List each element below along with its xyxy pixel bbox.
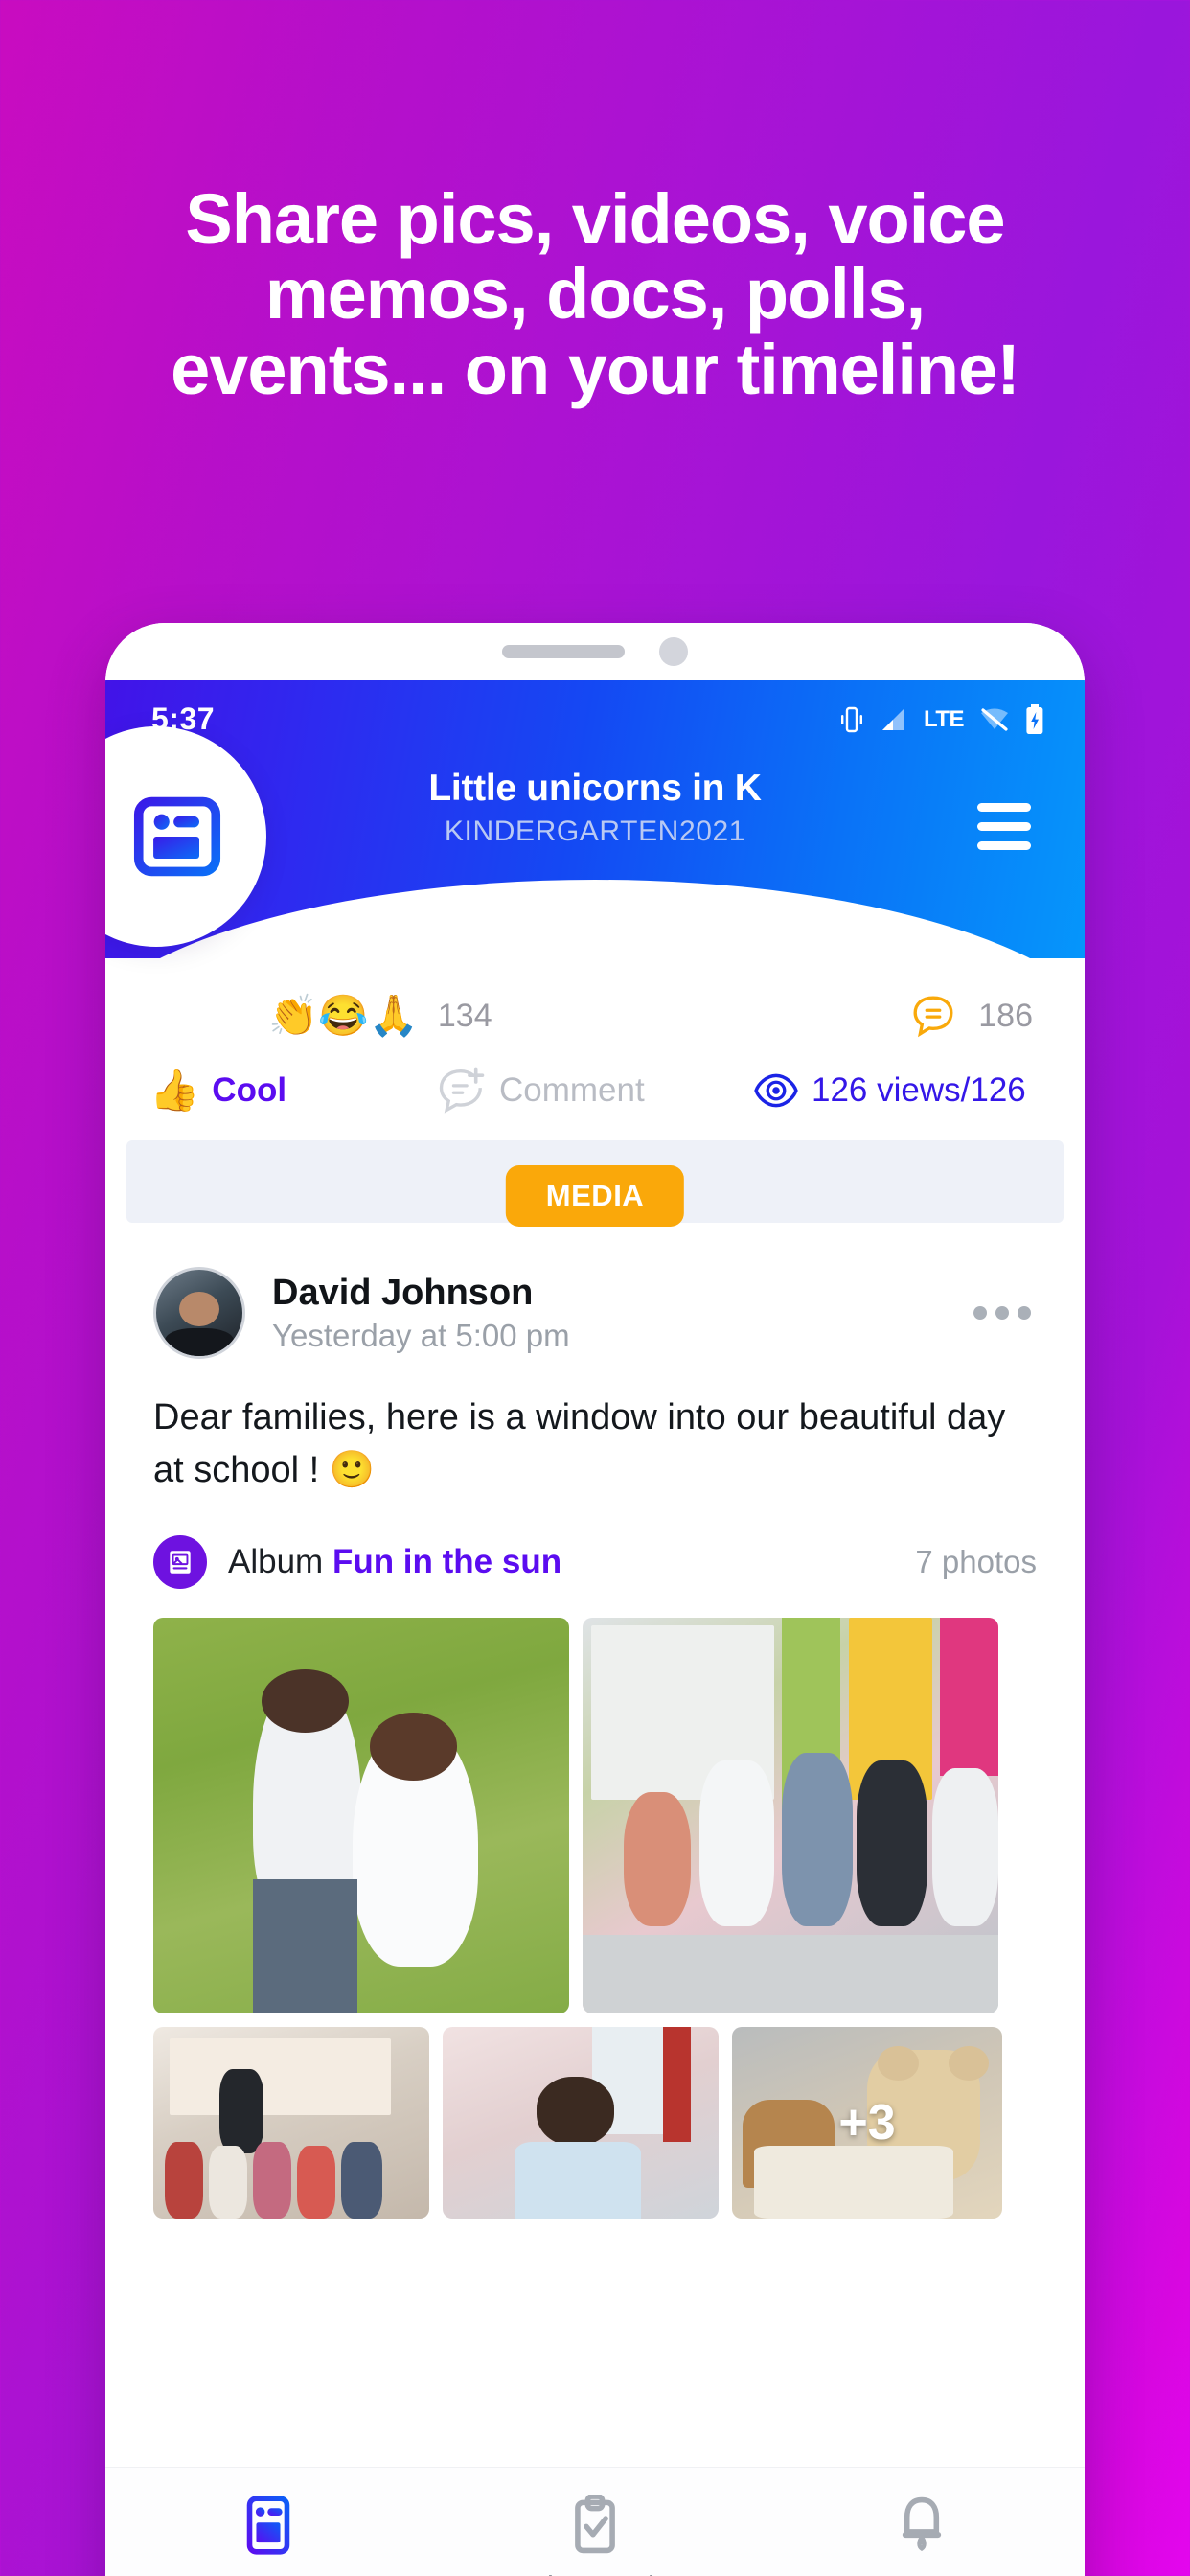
comment-bubble-icon (913, 996, 953, 1038)
hamburger-bar (977, 822, 1031, 831)
photo-grid-row-1 (153, 1618, 1037, 2014)
album-title: Album Fun in the sun (228, 1543, 561, 1581)
post-text: Dear families, here is a window into our… (153, 1397, 1006, 1491)
bell-icon (902, 2496, 941, 2551)
photo-thumbnail[interactable]: +3 (732, 2027, 1002, 2220)
photo-grid-row-2: +3 (153, 2027, 1037, 2220)
post-author-meta: David Johnson Yesterday at 5:00 pm (272, 1273, 973, 1354)
cool-button[interactable]: 👍 Cool (149, 1070, 437, 1111)
headline-line-2: memos, docs, polls, (264, 254, 926, 334)
headline-line-1: Share pics, videos, voice (185, 179, 1005, 259)
status-bar: 5:37 LTE (105, 680, 1085, 737)
photo-overflow-count: +3 (838, 2095, 896, 2151)
reactions-group[interactable]: 👏😂🙏 134 (268, 996, 492, 1036)
posts-icon (247, 2496, 290, 2555)
post-actions-bar: 👍 Cool Comment 126 views/126 (105, 1048, 1085, 1140)
nav-label-requests: Requests (858, 2569, 984, 2576)
dot (1018, 1306, 1031, 1320)
bottom-navigation: Posts Klasswork Requests (105, 2467, 1085, 2576)
photo-thumbnail[interactable] (153, 2027, 429, 2220)
promo-headline: Share pics, videos, voice memos, docs, p… (0, 179, 1190, 409)
clipboard-check-icon (575, 2495, 615, 2554)
nav-label-klasswork: Klasswork (527, 2569, 662, 2576)
phone-top-bezel (105, 623, 1085, 680)
hamburger-menu-icon[interactable] (977, 803, 1031, 850)
photo-thumbnail[interactable] (153, 1618, 569, 2014)
album-icon (153, 1535, 207, 1590)
reaction-count: 134 (437, 997, 492, 1034)
status-icons: LTE (839, 703, 1044, 735)
cool-label: Cool (212, 1071, 287, 1109)
photo-thumbnail[interactable] (443, 2027, 719, 2220)
album-glyph-icon (170, 1551, 191, 1574)
wifi-off-icon (981, 707, 1008, 731)
more-options-icon[interactable] (973, 1306, 1037, 1320)
add-comment-icon (439, 1067, 485, 1114)
tab-media[interactable]: MEDIA (505, 1165, 685, 1227)
reaction-emojis: 👏😂🙏 (268, 993, 419, 1038)
avatar[interactable] (153, 1267, 245, 1359)
front-camera-icon (659, 637, 688, 666)
nav-item-posts[interactable]: Posts (105, 2495, 432, 2576)
eye-icon (754, 1073, 798, 1108)
views-label: 126 views/126 (812, 1071, 1026, 1109)
album-row[interactable]: Album Fun in the sun 7 photos (153, 1535, 1037, 1590)
speaker-grille-icon (502, 645, 625, 658)
phone-mockup: 5:37 LTE Little unicorns in K KINDERGART… (105, 623, 1085, 2576)
hamburger-bar (977, 803, 1031, 812)
lte-label: LTE (923, 705, 965, 732)
comments-group[interactable]: 186 (911, 994, 1033, 1038)
dot (995, 1306, 1009, 1320)
photo-grid: +3 (153, 1618, 1037, 2220)
nav-item-requests[interactable]: Requests (758, 2495, 1085, 2576)
nav-label-posts: Posts (228, 2569, 309, 2576)
post-author-name: David Johnson (272, 1272, 534, 1313)
media-tab-strip: MEDIA (126, 1140, 1064, 1227)
views-indicator[interactable]: 126 views/126 (753, 1071, 1026, 1110)
post-timestamp: Yesterday at 5:00 pm (272, 1317, 570, 1353)
signal-icon (881, 708, 904, 730)
comment-label: Comment (499, 1071, 645, 1109)
vibrate-icon (840, 706, 862, 732)
post-header: David Johnson Yesterday at 5:00 pm (153, 1267, 1037, 1359)
album-photo-count: 7 photos (915, 1544, 1037, 1580)
album-name: Fun in the sun (332, 1543, 562, 1581)
comment-button[interactable]: Comment (437, 1066, 753, 1116)
hamburger-bar (977, 841, 1031, 850)
dot (973, 1306, 987, 1320)
reactions-row: 👏😂🙏 134 186 (105, 958, 1085, 1048)
thumbs-up-icon: 👍 (149, 1068, 200, 1113)
headline-line-3: events... on your timeline! (171, 329, 1020, 409)
phone-screen: 5:37 LTE Little unicorns in K KINDERGART… (105, 680, 1085, 2576)
posts-app-logo-icon (133, 796, 221, 877)
album-prefix: Album (228, 1543, 332, 1581)
comments-count: 186 (978, 997, 1033, 1034)
post-card: David Johnson Yesterday at 5:00 pm Dear … (105, 1223, 1085, 2220)
photo-thumbnail[interactable] (583, 1618, 998, 2014)
battery-charging-icon (1026, 703, 1043, 734)
nav-item-klasswork[interactable]: Klasswork (432, 2495, 759, 2576)
